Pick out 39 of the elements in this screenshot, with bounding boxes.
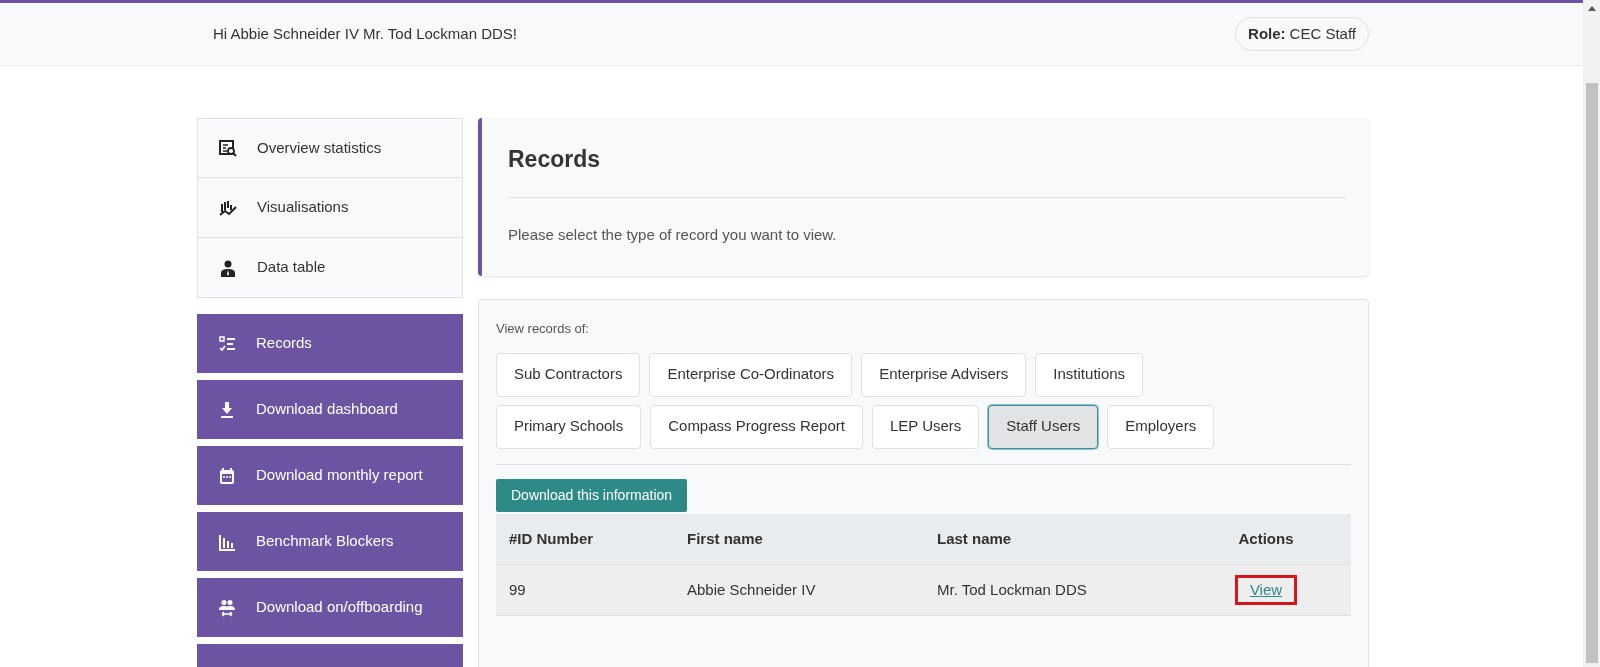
- calendar-icon: [217, 465, 237, 486]
- record-type-tab[interactable]: Enterprise Co-Ordinators: [649, 352, 853, 397]
- scroll-up-icon[interactable]: [1587, 6, 1596, 11]
- view-link[interactable]: View: [1234, 574, 1298, 606]
- record-type-tab[interactable]: Enterprise Advisers: [861, 352, 1027, 397]
- sidebar-item[interactable]: Data table: [197, 238, 463, 298]
- record-type-tab[interactable]: LEP Users: [871, 404, 980, 449]
- scrollbar-thumb[interactable]: [1585, 83, 1598, 663]
- column-header: Last name: [924, 513, 1181, 565]
- people-exchange-icon: [217, 597, 237, 618]
- record-type-tab[interactable]: Sub Contractors: [496, 352, 641, 397]
- menu-button[interactable]: Download monthly report: [197, 446, 463, 505]
- record-type-tab[interactable]: Staff Users: [988, 404, 1099, 449]
- download-button[interactable]: Download this information: [496, 478, 688, 512]
- table-cell: Mr. Tod Lockman DDS: [924, 564, 1181, 616]
- column-header: #ID Number: [496, 513, 674, 565]
- record-type-tab[interactable]: Employers: [1107, 404, 1215, 449]
- role-label: Role:: [1248, 23, 1286, 44]
- record-type-tab[interactable]: Compass Progress Report: [650, 404, 863, 449]
- sidebar-item[interactable]: Overview statistics: [197, 118, 463, 178]
- menu-button[interactable]: Records: [197, 314, 463, 373]
- menu-button[interactable]: Benchmark Blockers: [197, 512, 463, 571]
- greeting-text: Hi Abbie Schneider IV Mr. Tod Lockman DDS!: [213, 23, 518, 44]
- menu-button[interactable]: Download dashboard: [197, 380, 463, 439]
- selector-label: View records of:: [496, 320, 590, 338]
- sidebar-item[interactable]: Visualisations: [197, 178, 463, 238]
- records-description: Please select the type of record you want to view.: [508, 224, 838, 245]
- column-header: Actions: [1181, 513, 1351, 565]
- checklist-icon: [217, 333, 237, 354]
- records-title: Records: [508, 145, 602, 174]
- column-header: First name: [674, 513, 924, 565]
- table-cell: Abbie Schneider IV: [674, 564, 924, 616]
- document-search-icon: [218, 138, 238, 158]
- menu-button[interactable]: Download on/offboarding: [197, 578, 463, 637]
- role-value: CEC Staff: [1289, 23, 1356, 44]
- table-cell: 99: [496, 564, 674, 616]
- record-type-tab[interactable]: Primary Schools: [496, 404, 642, 449]
- scrollbar[interactable]: [1583, 0, 1600, 667]
- record-type-tab[interactable]: Institutions: [1035, 352, 1144, 397]
